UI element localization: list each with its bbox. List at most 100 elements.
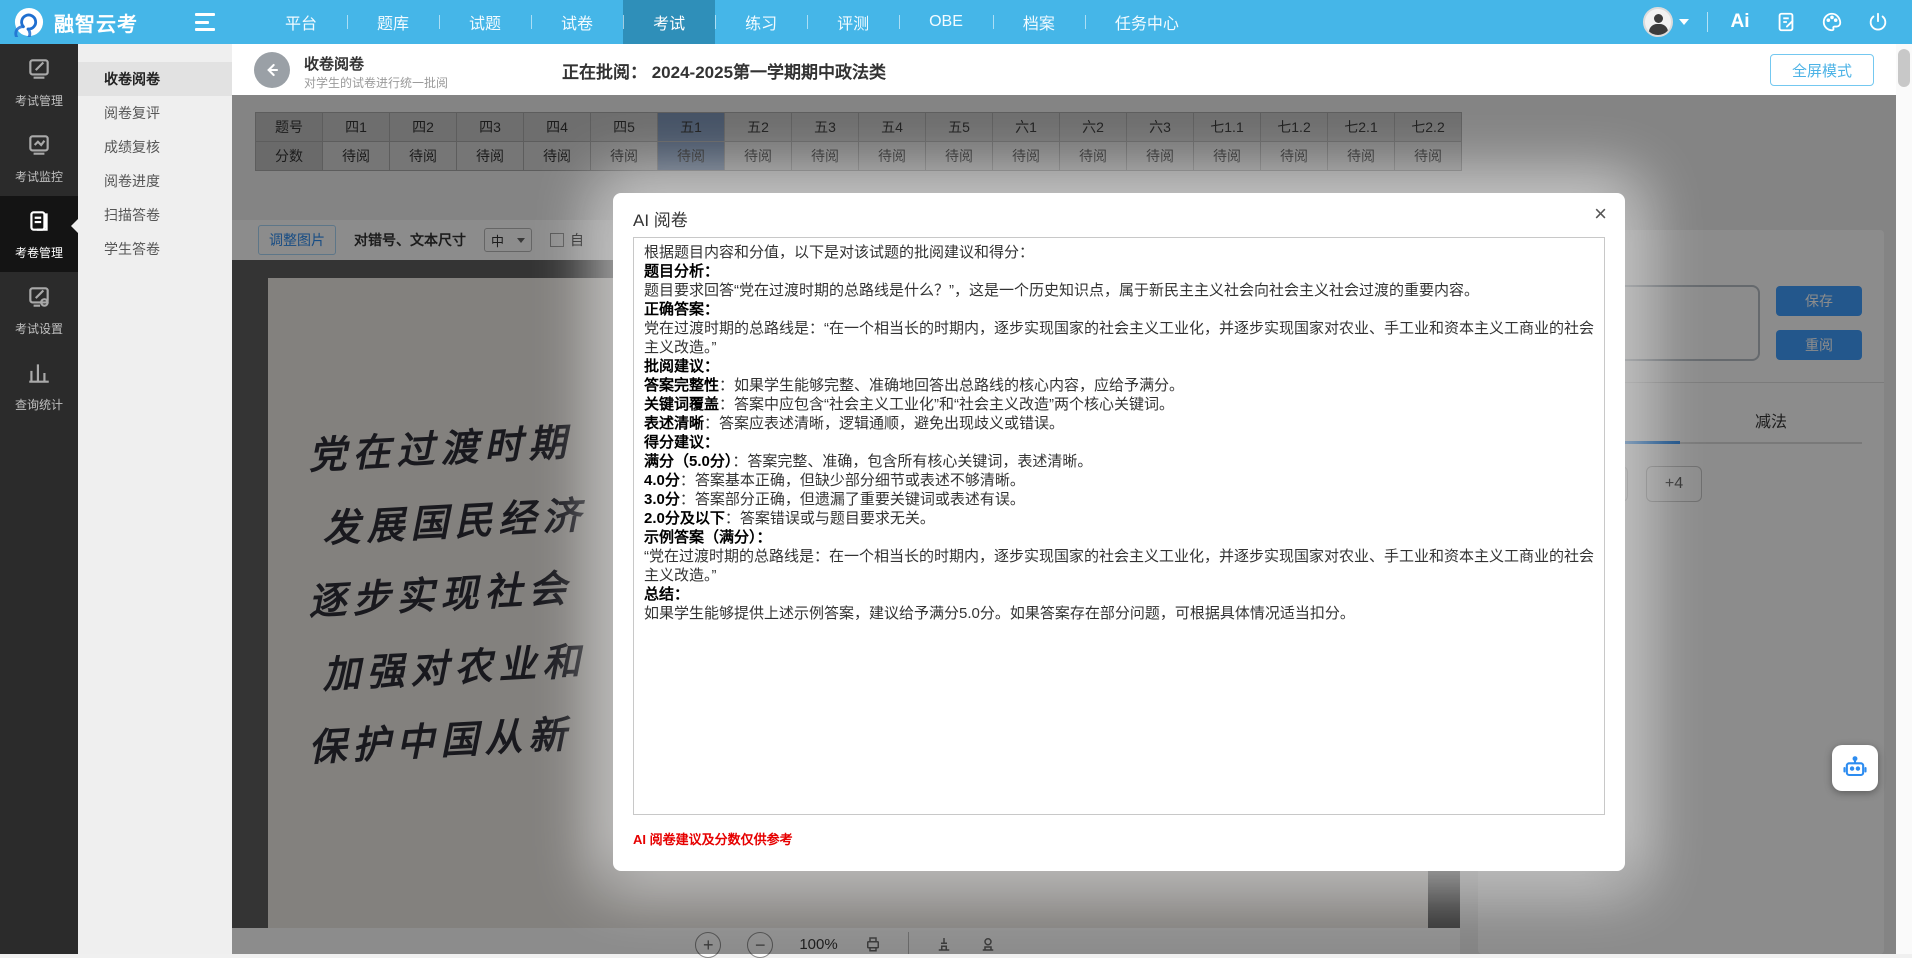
- ai-robot-button[interactable]: [1832, 745, 1878, 791]
- ai-text-line: 题目分析：: [644, 262, 1594, 281]
- close-icon[interactable]: ×: [1594, 203, 1607, 225]
- ai-text-normal: ：答案基本正确，但缺少部分细节或表述不够清晰。: [680, 472, 1025, 489]
- ai-text-line: 党在过渡时期的总路线是：“在一个相当长的时期内，逐步实现国家的社会主义工业化，并…: [644, 319, 1594, 357]
- ai-text-line: 总结：: [644, 585, 1594, 604]
- ai-text-normal: “党在过渡时期的总路线是：在一个相当长的时期内，逐步实现国家的社会主义工业化，并…: [644, 548, 1594, 584]
- fullscreen-button[interactable]: 全屏模式: [1770, 54, 1874, 86]
- sidebar-item-label: 考试设置: [15, 320, 63, 337]
- logo-icon: [14, 7, 44, 37]
- back-button[interactable]: [254, 52, 290, 88]
- ai-text-normal: ：答案中应包含“社会主义工业化”和“社会主义改造”两个核心关键词。: [719, 396, 1174, 413]
- query-stats-icon: [26, 360, 52, 389]
- avatar[interactable]: [1643, 7, 1673, 37]
- exam-manage-icon: [26, 56, 52, 85]
- ai-text-normal: ：如果学生能够完整、准确地回答出总路线的核心内容，应给予满分。: [719, 377, 1184, 394]
- ai-text-bold: 正确答案：: [644, 301, 719, 318]
- sidebar-item-查询统计[interactable]: 查询统计: [0, 348, 78, 424]
- ai-text-normal: ：答案应表述清晰，逻辑通顺，避免出现歧义或错误。: [704, 415, 1064, 432]
- ai-text-normal: ：答案完整、准确，包含所有核心关键词，表述清晰。: [732, 453, 1092, 470]
- submenu-item-阅卷进度[interactable]: 阅卷进度: [78, 164, 232, 198]
- topnav-item[interactable]: 练习: [715, 0, 807, 44]
- ai-text-bold: 得分建议：: [644, 434, 719, 451]
- chevron-down-icon: [1679, 19, 1689, 25]
- topnav-item[interactable]: 平台: [255, 0, 347, 44]
- submenu-item-成绩复核[interactable]: 成绩复核: [78, 130, 232, 164]
- topnav-item[interactable]: 考试: [623, 0, 715, 44]
- exam-paper-icon: [26, 208, 52, 237]
- app-logo: 融智云考: [0, 7, 185, 37]
- top-navbar: 融智云考 平台题库试题试卷考试练习评测OBE档案任务中心 Ai: [0, 0, 1912, 44]
- grading-status-text: 正在批阅： 2024-2025第一学期期中政法类: [562, 58, 886, 83]
- ai-text-normal: 党在过渡时期的总路线是：“在一个相当长的时期内，逐步实现国家的社会主义工业化，并…: [644, 320, 1594, 356]
- exam-settings-icon: [26, 284, 52, 313]
- submenu-item-收卷阅卷[interactable]: 收卷阅卷: [78, 62, 232, 96]
- notes-pen-icon[interactable]: [1772, 8, 1800, 36]
- page-title: 收卷阅卷: [304, 53, 364, 74]
- ai-text-bold: 示例答案（满分）：: [644, 529, 772, 546]
- ai-text-bold: 批阅建议：: [644, 358, 719, 375]
- sidebar-item-考试管理[interactable]: 考试管理: [0, 44, 78, 120]
- ai-text-line: 关键词覆盖：答案中应包含“社会主义工业化”和“社会主义改造”两个核心关键词。: [644, 395, 1594, 414]
- ai-text-line: 批阅建议：: [644, 357, 1594, 376]
- ai-text-bold: 题目分析：: [644, 263, 719, 280]
- submenu-item-阅卷复评[interactable]: 阅卷复评: [78, 96, 232, 130]
- user-menu[interactable]: [1643, 7, 1689, 37]
- page-header: 收卷阅卷 对学生的试卷进行统一批阅 正在批阅： 2024-2025第一学期期中政…: [232, 44, 1896, 95]
- topnav-item[interactable]: 任务中心: [1085, 0, 1209, 44]
- ai-text-normal: 根据题目内容和分值，以下是对该试题的批阅建议和得分：: [644, 244, 1034, 261]
- topnav-item[interactable]: 档案: [993, 0, 1085, 44]
- ai-text-line: 示例答案（满分）：: [644, 528, 1594, 547]
- ai-text-line: 表述清晰：答案应表述清晰，逻辑通顺，避免出现歧义或错误。: [644, 414, 1594, 433]
- ai-text-line: 答案完整性：如果学生能够完整、准确地回答出总路线的核心内容，应给予满分。: [644, 376, 1594, 395]
- ai-disclaimer-text: AI 阅卷建议及分数仅供参考: [633, 829, 793, 848]
- ai-text-bold: 3.0分: [644, 491, 680, 508]
- sidebar-item-label: 考试管理: [15, 92, 63, 109]
- sidebar-item-考试设置[interactable]: 考试设置: [0, 272, 78, 348]
- ai-grading-modal: AI 阅卷 × 根据题目内容和分值，以下是对该试题的批阅建议和得分： 题目分析： 题…: [613, 193, 1625, 871]
- ai-text-bold: 满分（5.0分）: [644, 453, 732, 470]
- logout-power-icon[interactable]: [1864, 8, 1892, 36]
- ai-text-normal: 题目要求回答“党在过渡时期的总路线是什么？”，这是一个历史知识点，属于新民主主义…: [644, 282, 1479, 299]
- scrollbar-thumb[interactable]: [1898, 49, 1910, 87]
- ai-text-line: 根据题目内容和分值，以下是对该试题的批阅建议和得分：: [644, 243, 1594, 262]
- ai-text-bold: 答案完整性: [644, 377, 719, 394]
- sidebar-item-label: 查询统计: [15, 396, 63, 413]
- ai-text-line: 题目要求回答“党在过渡时期的总路线是什么？”，这是一个历史知识点，属于新民主主义…: [644, 281, 1594, 300]
- ai-text-line: “党在过渡时期的总路线是：在一个相当长的时期内，逐步实现国家的社会主义工业化，并…: [644, 547, 1594, 585]
- sidebar-item-考试监控[interactable]: 考试监控: [0, 120, 78, 196]
- topnav-item[interactable]: 评测: [807, 0, 899, 44]
- ai-text-bold: 表述清晰: [644, 415, 704, 432]
- topnav-item[interactable]: 题库: [347, 0, 439, 44]
- app-title: 融智云考: [54, 8, 138, 37]
- modal-title: AI 阅卷: [633, 206, 688, 231]
- topnav-item[interactable]: OBE: [899, 0, 993, 44]
- submenu-item-学生答卷[interactable]: 学生答卷: [78, 232, 232, 266]
- ai-text-normal: 如果学生能够提供上述示例答案，建议给予满分5.0分。如果答案存在部分问题，可根据…: [644, 605, 1355, 622]
- ai-text-bold: 关键词覆盖: [644, 396, 719, 413]
- ai-text-bold: 4.0分: [644, 472, 680, 489]
- page-scrollbar: [1896, 44, 1912, 954]
- ai-text-line: 满分（5.0分）：答案完整、准确，包含所有核心关键词，表述清晰。: [644, 452, 1594, 471]
- ai-assistant-icon[interactable]: Ai: [1726, 8, 1754, 36]
- ai-text-line: 如果学生能够提供上述示例答案，建议给予满分5.0分。如果答案存在部分问题，可根据…: [644, 604, 1594, 623]
- ai-text-line: 4.0分：答案基本正确，但缺少部分细节或表述不够清晰。: [644, 471, 1594, 490]
- ai-text-bold: 总结：: [644, 586, 689, 603]
- ai-suggestion-textbox[interactable]: 根据题目内容和分值，以下是对该试题的批阅建议和得分： 题目分析： 题目要求回答“党在…: [633, 237, 1605, 815]
- collapse-menu-icon[interactable]: [195, 13, 215, 31]
- ai-text-line: 3.0分：答案部分正确，但遗漏了重要关键词或表述有误。: [644, 490, 1594, 509]
- topnav-item[interactable]: 试题: [439, 0, 531, 44]
- primary-nav: 平台题库试题试卷考试练习评测OBE档案任务中心: [255, 0, 1209, 44]
- ai-text-line: 正确答案：: [644, 300, 1594, 319]
- sidebar-item-考卷管理[interactable]: 考卷管理: [0, 196, 78, 272]
- icon-sidebar: 考试管理考试监控考卷管理考试设置查询统计: [0, 44, 78, 954]
- topnav-item[interactable]: 试卷: [531, 0, 623, 44]
- page-subtitle: 对学生的试卷进行统一批阅: [304, 74, 448, 91]
- theme-palette-icon[interactable]: [1818, 8, 1846, 36]
- exam-monitor-icon: [26, 132, 52, 161]
- sidebar-item-label: 考卷管理: [15, 244, 63, 261]
- ai-text-normal: ：答案错误或与题目要求无关。: [725, 510, 935, 527]
- ai-text-line: 得分建议：: [644, 433, 1594, 452]
- submenu-item-扫描答卷[interactable]: 扫描答卷: [78, 198, 232, 232]
- ai-text-line: 2.0分及以下：答案错误或与题目要求无关。: [644, 509, 1594, 528]
- submenu-sidebar: 收卷阅卷阅卷复评成绩复核阅卷进度扫描答卷学生答卷: [78, 44, 232, 954]
